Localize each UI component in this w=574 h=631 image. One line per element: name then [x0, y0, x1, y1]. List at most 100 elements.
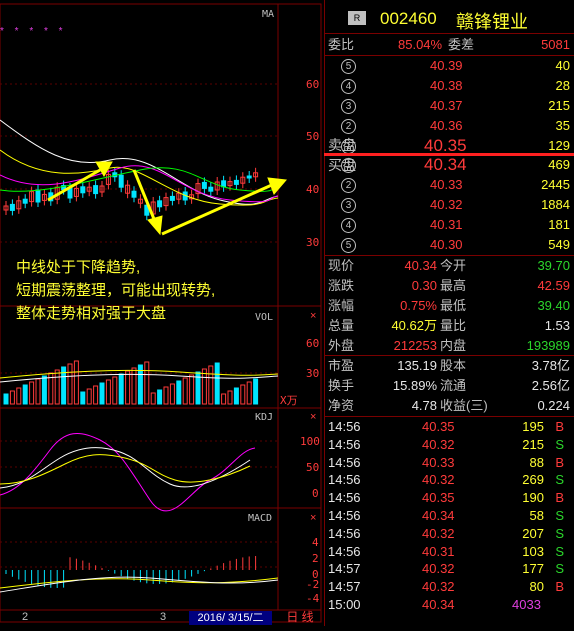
weicha-value: 5081: [541, 37, 570, 52]
ask-row[interactable]: 2 40.36 35: [324, 116, 574, 136]
kdj-close-icon[interactable]: ×: [310, 411, 316, 423]
tick-row[interactable]: 14:56 40.32 215 S: [324, 436, 574, 454]
macd-axis-2: 2: [312, 552, 319, 565]
kline-chart-area[interactable]: MA * * * * * 60 50 40 30 中线处于下降趋势, 短期震荡整…: [0, 0, 322, 626]
quote-label: 最低: [440, 298, 467, 313]
fund-value: 3.78亿: [531, 358, 570, 373]
fund-value: 0.224: [537, 398, 570, 413]
volume-bar: [208, 365, 214, 405]
tick-row[interactable]: 14:56 40.35 195 B: [324, 418, 574, 436]
volume-bar: [246, 381, 252, 405]
candle-body: [80, 186, 86, 194]
ask-price: 40.37: [430, 98, 463, 113]
price-axis-30: 30: [306, 236, 320, 249]
volume-bar: [157, 389, 163, 405]
tick-row[interactable]: 14:56 40.33 88 B: [324, 454, 574, 472]
tick-time: 14:56: [328, 543, 361, 559]
fund-value: 15.89%: [392, 378, 437, 393]
tick-volume: 58: [529, 508, 544, 523]
tick-price: 40.32: [422, 561, 455, 577]
bid-price: 40.34: [424, 155, 467, 174]
tick-price: 40.32: [422, 579, 455, 595]
fund-label: 收益(三): [440, 398, 488, 413]
price-axis-60: 60: [306, 78, 320, 91]
volume-bar: [144, 361, 150, 405]
bid-volume: 549: [548, 237, 570, 252]
volume-bar: [221, 393, 227, 405]
volume-bar: [112, 376, 118, 405]
macd-label: MACD: [248, 513, 273, 524]
volume-bar: [233, 387, 239, 405]
tick-volume: 207: [522, 525, 544, 541]
candle-body: [233, 179, 239, 185]
volume-bar: [16, 387, 22, 405]
ask-row[interactable]: 5 40.39 40: [324, 56, 574, 76]
ask-volume: 28: [555, 78, 570, 93]
volume-bar: [3, 393, 9, 405]
ask-volume: 215: [548, 98, 570, 113]
ask-row[interactable]: 4 40.38 28: [324, 76, 574, 96]
fund-row: 换手 15.89% 流通 2.56亿: [324, 376, 574, 396]
tick-row[interactable]: 14:56 40.35 190 B: [324, 489, 574, 507]
vol-unit: X万: [280, 394, 298, 407]
tick-time: 14:56: [328, 490, 361, 506]
tick-row[interactable]: 14:57 40.32 177 S: [324, 560, 574, 578]
bid-row[interactable]: 2 40.33 2445: [324, 175, 574, 195]
tick-row[interactable]: 14:56 40.31 103 S: [324, 543, 574, 561]
tick-time: 14:56: [328, 472, 361, 488]
bid-volume: 2445: [541, 177, 570, 192]
tick-volume: 103: [522, 543, 544, 559]
volume-bar: [214, 362, 220, 405]
tick-side-flag: B: [555, 579, 564, 595]
tick-row[interactable]: 14:56 40.32 207 S: [324, 525, 574, 543]
tick-volume: 80: [529, 579, 544, 595]
volume-bar: [35, 378, 41, 405]
quote-label: 量比: [440, 318, 467, 333]
period-selector[interactable]: 日 线: [280, 610, 320, 625]
macd-axis-4: 4: [312, 536, 319, 549]
volume-bar: [22, 384, 28, 405]
tick-row[interactable]: 14:56 40.34 58 S: [324, 507, 574, 525]
volume-bar: [73, 360, 79, 405]
kdj-axis-0: 0: [312, 487, 319, 500]
tick-volume: 215: [522, 436, 544, 452]
tick-row[interactable]: 15:00 40.34 4033: [324, 596, 574, 614]
tick-row[interactable]: 14:57 40.32 80 B: [324, 578, 574, 596]
volume-bar: [189, 374, 195, 405]
candle-body: [157, 200, 163, 208]
bid-row[interactable]: 4 40.31 181: [324, 215, 574, 235]
quote-label: 涨跌: [328, 278, 355, 293]
tick-price: 40.34: [422, 508, 455, 523]
ask-row[interactable]: 3 40.37 215: [324, 96, 574, 116]
tick-row[interactable]: 14:56 40.32 269 S: [324, 471, 574, 489]
volume-bar: [169, 383, 175, 405]
tick-price: 40.32: [422, 472, 455, 488]
tick-time: 14:56: [328, 436, 361, 452]
volume-bar: [201, 368, 207, 405]
volume-bar: [86, 388, 92, 405]
quote-value: 1.53: [544, 318, 570, 333]
annotation-line-3: 整体走势相对强于大盘: [16, 305, 167, 322]
macd-close-icon[interactable]: ×: [310, 512, 316, 524]
bid-row[interactable]: 1 40.34 469: [324, 155, 574, 175]
tick-time: 14:56: [328, 419, 361, 434]
quote-label: 外盘: [328, 338, 355, 353]
volume-bar: [240, 384, 246, 405]
volume-bar: [227, 390, 233, 405]
tick-volume: 190: [522, 490, 544, 506]
macd-bars: [0, 556, 279, 593]
bid-row[interactable]: 3 40.32 1884: [324, 195, 574, 215]
tick-time: 14:56: [328, 525, 361, 541]
fund-label: 股本: [440, 358, 467, 373]
volume-bar: [125, 370, 131, 405]
date-cursor-box: 2016/ 3/15/二: [189, 611, 272, 625]
volume-bar: [163, 386, 169, 405]
quote-label: 内盘: [440, 338, 467, 353]
vol-close-icon[interactable]: ×: [310, 310, 316, 322]
weibi-row: 委比 85.04% 委差 5081: [324, 35, 574, 55]
candle-body: [35, 189, 41, 203]
weibi-value: 85.04%: [398, 37, 443, 52]
candle-body: [246, 175, 252, 179]
bid-row[interactable]: 5 40.30 549: [324, 235, 574, 255]
fund-value: 4.78: [411, 398, 437, 413]
